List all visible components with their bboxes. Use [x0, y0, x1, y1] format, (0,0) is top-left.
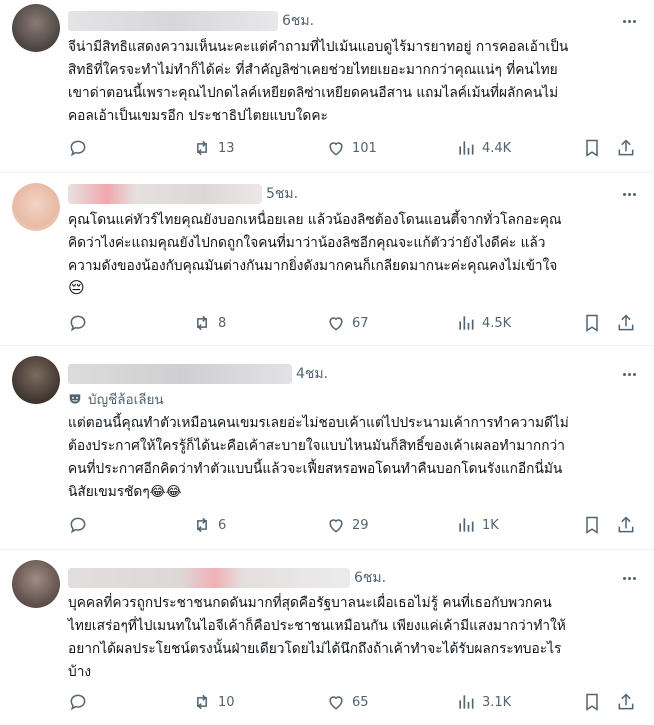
reply-icon: [70, 694, 86, 711]
emoji: 😔: [68, 278, 85, 297]
avatar[interactable]: [12, 356, 60, 404]
like-button[interactable]: 67: [326, 313, 369, 333]
like-button[interactable]: 29: [326, 515, 369, 535]
author-name-blurred[interactable]: [68, 364, 292, 384]
view-count: 4.4K: [482, 140, 512, 156]
post-time[interactable]: 6ชม.: [354, 567, 386, 589]
post-time[interactable]: 5ชม.: [266, 183, 298, 205]
share-button[interactable]: [616, 313, 636, 333]
post-text: แต่ตอนนี้คุณทำตัวเหมือนคนเขมรเลยอ่ะไม่ชอ…: [68, 415, 569, 500]
more-options-icon[interactable]: [618, 10, 640, 32]
bookmark-icon: [586, 693, 598, 711]
repost-count: 10: [218, 694, 235, 710]
author-name-blurred[interactable]: [68, 184, 262, 204]
parody-account-badge: บัญชีล้อเลียน: [68, 388, 164, 410]
repost-icon: [197, 315, 207, 331]
repost-button[interactable]: 13: [192, 138, 235, 158]
avatar[interactable]: [12, 4, 60, 52]
views-chart-icon: [459, 518, 474, 532]
post-actions: 6 29 1K: [68, 515, 642, 537]
post-text: บุคคลที่ควรถูกประชาชนกดดันมากที่สุดคือรั…: [68, 595, 566, 680]
heart-icon: [329, 317, 343, 331]
view-count: 3.1K: [482, 694, 512, 710]
reply-post: 6ชม. จีน่ามีสิทธิแสดงความเห็นนะคะแต่คำถา…: [0, 0, 654, 173]
post-actions: 13 101 4.4K: [68, 138, 642, 160]
post-time[interactable]: 6ชม.: [282, 10, 314, 32]
repost-button[interactable]: 10: [192, 692, 235, 712]
share-icon: [618, 516, 634, 533]
repost-button[interactable]: 6: [192, 515, 226, 535]
share-button[interactable]: [616, 515, 636, 535]
post-text: จีน่ามีสิทธิแสดงความเห็นนะคะแต่คำถามที่ไ…: [68, 39, 569, 124]
bookmark-icon: [586, 516, 598, 534]
repost-icon: [197, 140, 207, 156]
author-name-blurred[interactable]: [68, 11, 278, 31]
views-button[interactable]: 1K: [456, 515, 499, 535]
share-icon: [618, 314, 634, 331]
heart-icon: [329, 142, 343, 156]
reply-feed: 6ชม. จีน่ามีสิทธิแสดงความเห็นนะคะแต่คำถา…: [0, 0, 654, 725]
reply-post: 6ชม. บุคคลที่ควรถูกประชาชนกดดันมากที่สุด…: [0, 550, 654, 725]
like-count: 65: [352, 694, 369, 710]
like-count: 67: [352, 315, 369, 331]
reply-icon: [70, 517, 86, 534]
share-icon: [618, 693, 634, 710]
post-time[interactable]: 4ชม.: [296, 363, 328, 385]
share-button[interactable]: [616, 138, 636, 158]
reply-button[interactable]: [68, 692, 94, 712]
bookmark-button[interactable]: [582, 515, 602, 535]
repost-count: 6: [218, 517, 227, 533]
view-count: 4.5K: [482, 315, 512, 331]
bookmark-button[interactable]: [582, 138, 602, 158]
bookmark-button[interactable]: [582, 692, 602, 712]
like-button[interactable]: 101: [326, 138, 377, 158]
views-button[interactable]: 4.4K: [456, 138, 511, 158]
more-options-icon[interactable]: [618, 183, 640, 205]
reply-post: 5ชม. คุณโดนแค่ทัวร์ไทยคุณยังบอกเหนื่อยเล…: [0, 173, 654, 346]
reply-button[interactable]: [68, 515, 94, 535]
like-button[interactable]: 65: [326, 692, 369, 712]
repost-count: 13: [218, 140, 235, 156]
post-text: คุณโดนแค่ทัวร์ไทยคุณยังบอกเหนื่อยเลย แล้…: [68, 212, 562, 274]
like-count: 101: [352, 140, 377, 156]
reply-post: 4ชม. บัญชีล้อเลียน แต่ตอนนี้คุณทำตัวเหมื…: [0, 346, 654, 550]
reply-button[interactable]: [68, 313, 94, 333]
post-actions: 8 67 4.5K: [68, 313, 642, 335]
repost-button[interactable]: 8: [192, 313, 226, 333]
bookmark-button[interactable]: [582, 313, 602, 333]
reply-icon: [70, 315, 86, 332]
reply-icon: [70, 140, 86, 157]
repost-count: 8: [218, 315, 227, 331]
avatar[interactable]: [12, 560, 60, 608]
views-chart-icon: [459, 316, 474, 330]
views-button[interactable]: 3.1K: [456, 692, 511, 712]
bookmark-icon: [586, 139, 598, 157]
like-count: 29: [352, 517, 369, 533]
share-button[interactable]: [616, 692, 636, 712]
view-count: 1K: [482, 517, 499, 533]
views-button[interactable]: 4.5K: [456, 313, 511, 333]
more-options-icon[interactable]: [618, 567, 640, 589]
views-chart-icon: [459, 141, 474, 155]
author-name-blurred[interactable]: [68, 568, 350, 588]
avatar[interactable]: [12, 183, 60, 231]
repost-icon: [197, 694, 207, 710]
more-options-icon[interactable]: [618, 363, 640, 385]
share-icon: [618, 139, 634, 156]
heart-icon: [329, 696, 343, 710]
heart-icon: [329, 519, 343, 533]
parody-mask-icon: [69, 394, 81, 404]
bookmark-icon: [586, 314, 598, 332]
repost-icon: [197, 517, 207, 533]
post-actions: 10 65 3.1K: [68, 692, 642, 714]
views-chart-icon: [459, 695, 474, 709]
reply-button[interactable]: [68, 138, 94, 158]
